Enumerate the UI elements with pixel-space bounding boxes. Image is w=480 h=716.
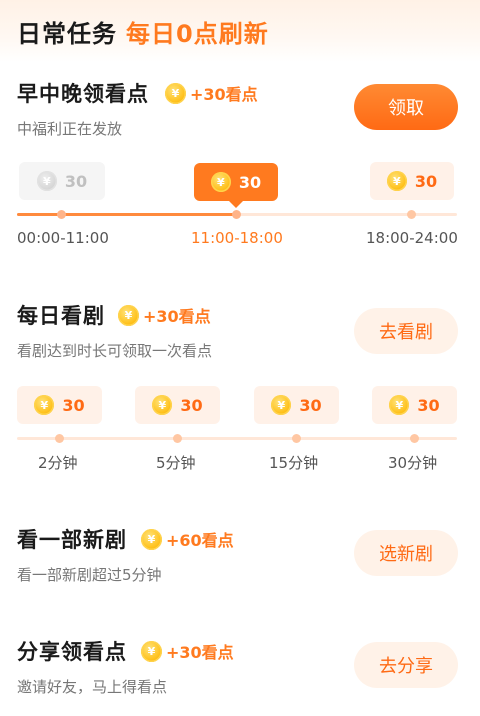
yen-coin-icon: ¥: [386, 171, 407, 191]
yen-coin-icon: ¥: [152, 395, 173, 415]
milestone-value: 30: [64, 171, 88, 191]
milestone-value: 30: [299, 395, 322, 415]
milestone-pill-3[interactable]: ¥ 30: [370, 162, 454, 200]
reward-text: +30看点: [166, 643, 234, 662]
milestone-pill-1[interactable]: ¥ 30: [17, 386, 102, 424]
task-desc: 看一部新剧超过5分钟: [17, 566, 162, 584]
milestone-label: 30分钟: [388, 454, 438, 472]
timeline-dot: [292, 434, 301, 443]
timeline-dot: [410, 434, 419, 443]
milestone-pill-1[interactable]: ¥ 30: [19, 162, 105, 200]
milestone-label: 18:00-24:00: [366, 229, 458, 247]
reward-text: +60看点: [166, 531, 234, 550]
yen-coin-icon: ¥: [271, 395, 292, 415]
task-share: 分享领看点 ¥ +30看点 邀请好友，马上得看点 去分享: [0, 636, 480, 706]
reward-text: +30看点: [190, 85, 258, 104]
task-reward: ¥ +30看点: [141, 639, 234, 663]
milestone-pill-4[interactable]: ¥ 30: [372, 386, 457, 424]
yen-coin-icon: ¥: [118, 304, 139, 326]
timeline-dot: [173, 434, 182, 443]
timeline-track: ¥ 30 ¥ 30 ¥ 30 ¥ 30 2分钟 5分钟 15分钟 30分钟: [0, 386, 480, 496]
reward-text: +30看点: [143, 307, 211, 326]
task-reward: ¥ +30看点: [165, 81, 258, 105]
timeline-line: [17, 437, 457, 440]
milestone-value: 30: [414, 171, 438, 191]
claim-button[interactable]: 领取: [354, 84, 458, 130]
task-new-drama: 看一部新剧 ¥ +60看点 看一部新剧超过5分钟 选新剧: [0, 524, 480, 594]
timeline-dot: [57, 210, 66, 219]
timeline-dot: [232, 210, 241, 219]
yen-coin-icon: ¥: [210, 172, 231, 192]
refresh-note: 每日0点刷新: [126, 20, 269, 48]
milestone-label: 00:00-11:00: [17, 229, 109, 247]
milestone-pill-2[interactable]: ¥ 30: [135, 386, 220, 424]
milestone-value: 30: [417, 395, 440, 415]
timeline-dot: [55, 434, 64, 443]
task-desc: 邀请好友，马上得看点: [17, 678, 168, 696]
task-title: 看一部新剧: [17, 528, 127, 552]
milestone-value: 30: [62, 395, 85, 415]
task-morning-noon-evening: 早中晚领看点 ¥ +30看点 中福利正在发放 领取 ¥ 30 ¥ 30 ¥ 30…: [0, 78, 480, 258]
task-reward: ¥ +30看点: [118, 303, 211, 327]
timeline-progress: [17, 213, 237, 216]
share-button[interactable]: 去分享: [354, 642, 458, 688]
milestone-label: 5分钟: [156, 454, 196, 472]
yen-coin-icon: ¥: [34, 395, 55, 415]
timeline-track: ¥ 30 ¥ 30 ¥ 30 00:00-11:00 11:00-18:00 1…: [0, 162, 480, 272]
header: 日常任务 每日0点刷新: [0, 0, 480, 62]
page-title: 日常任务: [17, 20, 117, 48]
milestone-value: 30: [180, 395, 203, 415]
milestone-label: 15分钟: [269, 454, 319, 472]
milestone-pill-2[interactable]: ¥ 30: [194, 163, 278, 208]
yen-coin-icon: ¥: [165, 82, 186, 104]
watch-drama-button[interactable]: 去看剧: [354, 308, 458, 354]
task-daily-watch: 每日看剧 ¥ +30看点 看剧达到时长可领取一次看点 去看剧 ¥ 30 ¥ 30…: [0, 300, 480, 480]
task-reward: ¥ +60看点: [141, 527, 234, 551]
yen-coin-icon: ¥: [36, 171, 57, 191]
milestone-label: 2分钟: [38, 454, 78, 472]
timeline-dot: [407, 210, 416, 219]
yen-coin-icon: ¥: [141, 528, 162, 550]
task-title: 每日看剧: [17, 304, 105, 328]
pick-new-drama-button[interactable]: 选新剧: [354, 530, 458, 576]
milestone-pill-3[interactable]: ¥ 30: [254, 386, 339, 424]
yen-coin-icon: ¥: [141, 640, 162, 662]
task-title: 分享领看点: [17, 640, 127, 664]
milestone-label: 11:00-18:00: [191, 229, 283, 247]
task-desc: 中福利正在发放: [17, 120, 123, 138]
task-desc: 看剧达到时长可领取一次看点: [17, 342, 213, 360]
yen-coin-icon: ¥: [389, 395, 410, 415]
milestone-value: 30: [238, 172, 262, 192]
task-title: 早中晚领看点: [17, 82, 149, 106]
